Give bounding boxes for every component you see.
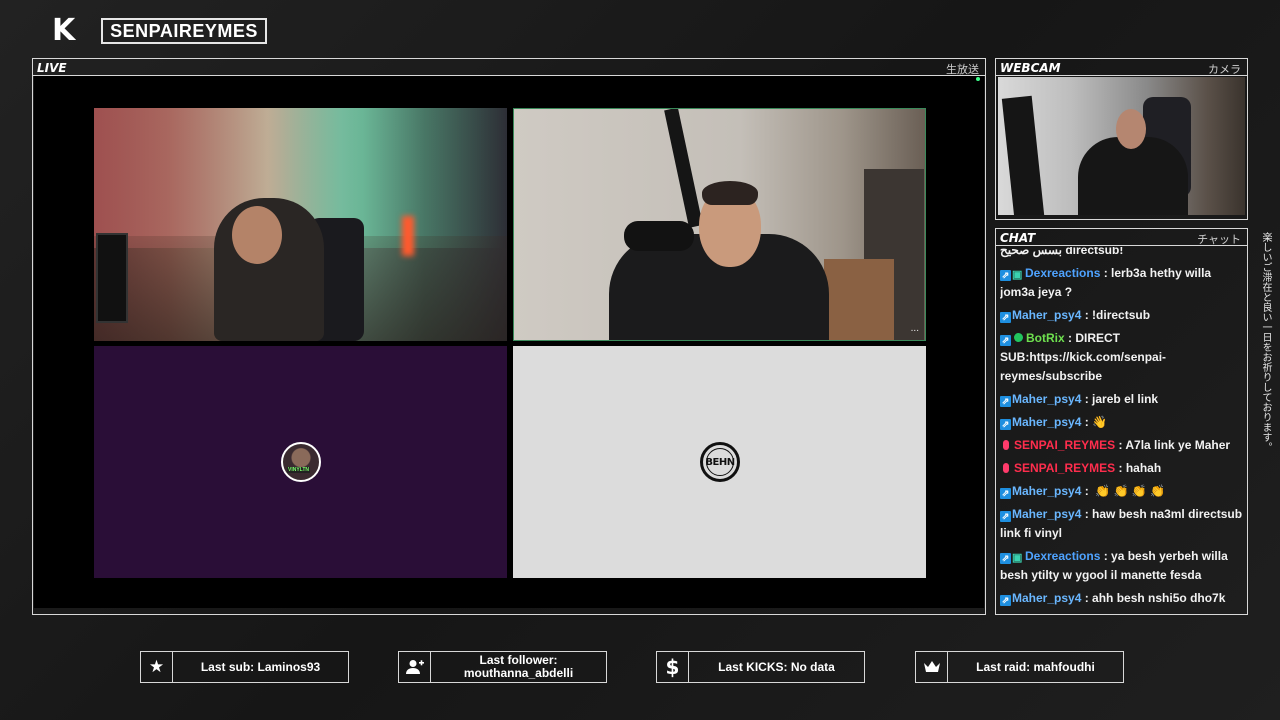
chat-username[interactable]: SENPAI_REYMES [1014, 461, 1115, 475]
last-kicks-box: $ Last KICKS: No data [656, 651, 865, 683]
chat-message-list[interactable]: !directsub بسس صحيح ⇗ ▣ Dexreactions : ler… [1000, 247, 1243, 610]
chat-username[interactable]: BotRix [1026, 331, 1065, 345]
chat-label: CHAT [1000, 231, 1036, 245]
kick-badge-icon: ⇗ [1000, 553, 1011, 564]
chat-username[interactable]: Maher_psy4 [1012, 484, 1081, 498]
kick-badge-icon: ⇗ [1000, 312, 1011, 323]
chat-username[interactable]: Maher_psy4 [1012, 507, 1081, 521]
chat-username[interactable]: Maher_psy4 [1012, 392, 1081, 406]
chat-message: ⇗ BotRix : DIRECT SUB:https://kick.com/se… [1000, 331, 1167, 383]
broadcaster-mic-icon [1003, 463, 1009, 473]
chat-text: jareb el link [1092, 392, 1159, 406]
star-icon: ★ [141, 652, 173, 682]
video-tile-guest[interactable] [94, 108, 507, 341]
live-panel: LIVE 生放送 ... VINYLTN BEHN [32, 58, 986, 615]
video-tile-host[interactable]: ... [513, 108, 926, 341]
chat-message: SENPAI_REYMES : A7la link ye Maher [1000, 436, 1243, 455]
kick-badge-icon: ⇗ [1000, 270, 1011, 281]
chat-username[interactable]: SENPAI_REYMES [1014, 438, 1115, 452]
chat-username[interactable]: Dexreactions [1025, 266, 1100, 280]
chat-text: hahah [1125, 461, 1162, 475]
kick-badge-icon: ⇗ [1000, 488, 1011, 499]
chat-text: DIRECT SUB:https://kick.com/senpai-reyme… [1000, 331, 1167, 383]
tile-options-icon[interactable]: ... [911, 323, 919, 334]
last-follower-box: Last follower: mouthanna_abdelli [398, 651, 607, 683]
chat-text: !directsub [1092, 308, 1151, 322]
chat-message: ⇗ Maher_psy4 : 👏 👏 👏 👏 [1000, 484, 1166, 499]
chat-message: ⇗ Maher_psy4 : haw besh na3ml directsub l… [1000, 507, 1243, 540]
webcam-panel: WEBCAM カメラ [995, 58, 1248, 220]
webcam-view [998, 77, 1245, 215]
chat-username[interactable]: Maher_psy4 [1012, 308, 1081, 322]
behn-logo-icon: BEHN [700, 442, 740, 482]
chat-message: ⇗ ▣ Dexreactions : lerb3a hethy willa jom3… [1000, 266, 1212, 299]
video-tile-avatar[interactable]: VINYLTN [94, 346, 507, 578]
side-japanese-text: 楽しいご滞在と良い一日をお祈りしております。 [1260, 232, 1271, 452]
last-raid-text: Last raid: mahfoudhi [976, 659, 1095, 674]
webcam-label: WEBCAM [1000, 61, 1061, 75]
chat-message: ⇗ Maher_psy4 : ahh besh nshi5o dho7k [1000, 591, 1226, 606]
channel-name: SENPAIREYMES [101, 18, 267, 44]
last-sub-text: Last sub: Laminos93 [200, 659, 321, 674]
kick-badge-icon: ⇗ [1000, 419, 1011, 430]
chat-text: 👏 👏 👏 👏 [1092, 484, 1166, 498]
last-follower-text: Last follower: mouthanna_abdelli [463, 653, 574, 680]
chat-username[interactable]: Maher_psy4 [1012, 591, 1081, 605]
founder-badge-icon: ▣ [1012, 269, 1023, 281]
last-sub-box: ★ Last sub: Laminos93 [140, 651, 349, 683]
crown-icon [916, 652, 948, 682]
chat-text: ahh besh nshi5o dho7k [1092, 591, 1226, 605]
chat-message: ⇗ Maher_psy4 : !directsub [1000, 308, 1151, 323]
last-kicks-text: Last KICKS: No data [718, 659, 835, 674]
chat-message: ⇗ ▣ Dexreactions : ya besh yerbeh willa be… [1000, 549, 1228, 582]
founder-badge-icon: ▣ [1012, 552, 1023, 564]
kick-badge-icon: ⇗ [1000, 511, 1011, 522]
chat-message: SENPAI_REYMES : hahah [1000, 459, 1243, 478]
chat-panel: CHAT チャット !directsub بسس صحيح ⇗ ▣ Dexreact… [995, 228, 1248, 615]
dollar-icon: $ [657, 652, 689, 682]
kick-badge-icon: ⇗ [1000, 335, 1011, 346]
add-user-icon [399, 652, 431, 682]
chat-message-partial: !directsub بسس صحيح [1000, 247, 1124, 257]
chat-message: ⇗ Maher_psy4 : 👋 [1000, 415, 1107, 430]
kick-badge-icon: ⇗ [1000, 396, 1011, 407]
live-label: LIVE [37, 61, 67, 75]
chat-text: A7la link ye Maher [1125, 438, 1231, 452]
avatar: VINYLTN [281, 442, 321, 482]
chat-username[interactable]: Maher_psy4 [1012, 415, 1081, 429]
broadcaster-mic-icon [1003, 440, 1009, 450]
kick-logo-icon: K [52, 13, 76, 48]
chat-text: 👋 [1092, 415, 1107, 429]
chat-username[interactable]: Dexreactions [1025, 549, 1100, 563]
verified-badge-icon [1014, 333, 1023, 342]
video-tile-logo[interactable]: BEHN [513, 346, 926, 578]
live-screen: ... VINYLTN BEHN [34, 76, 984, 608]
live-indicator-icon [976, 77, 980, 81]
kick-badge-icon: ⇗ [1000, 595, 1011, 606]
last-raid-box: Last raid: mahfoudhi [915, 651, 1124, 683]
chat-message: ⇗ Maher_psy4 : jareb el link [1000, 392, 1159, 407]
